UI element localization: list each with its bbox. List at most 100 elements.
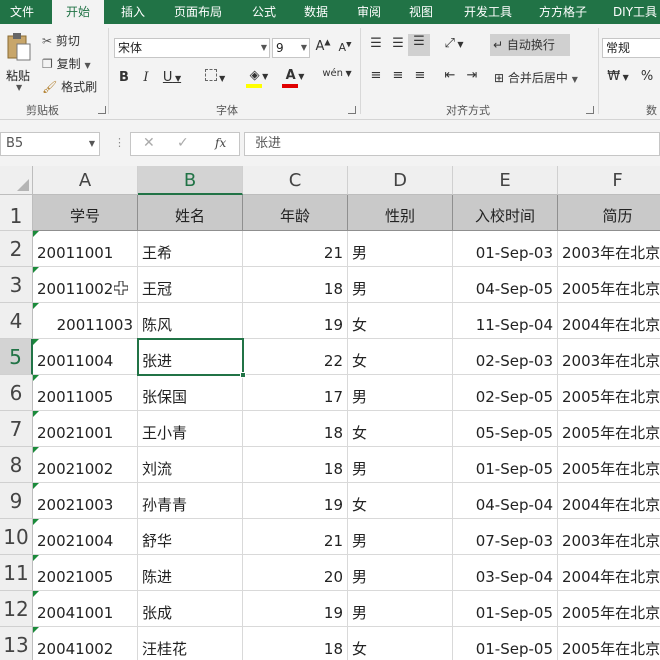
table-cell[interactable]: 20021005 xyxy=(33,555,138,591)
table-cell[interactable]: 男 xyxy=(348,267,453,303)
tab-7[interactable]: 视图 xyxy=(395,0,447,24)
table-cell[interactable]: 2003年在北京 xyxy=(558,231,660,267)
row-header-3[interactable]: 3 xyxy=(0,267,33,303)
table-cell[interactable]: 20041002 xyxy=(33,627,138,660)
table-cell[interactable]: 20011005 xyxy=(33,375,138,411)
row-header-5[interactable]: 5 xyxy=(0,339,33,375)
align-center-button[interactable]: ≡ xyxy=(388,68,408,83)
table-cell[interactable]: 01-Sep-03 xyxy=(453,231,558,267)
insert-function-icon[interactable]: fx xyxy=(215,136,226,150)
table-cell[interactable]: 男 xyxy=(348,591,453,627)
column-header-f[interactable]: F xyxy=(558,166,660,195)
table-cell[interactable]: 女 xyxy=(348,483,453,519)
table-cell[interactable]: 陈风 xyxy=(138,303,243,339)
underline-button[interactable]: U ▼ xyxy=(160,70,184,85)
table-cell[interactable]: 20021003 xyxy=(33,483,138,519)
table-cell[interactable]: 男 xyxy=(348,519,453,555)
table-cell[interactable]: 20041001 xyxy=(33,591,138,627)
table-cell[interactable]: 04-Sep-05 xyxy=(453,267,558,303)
font-launcher[interactable] xyxy=(348,106,356,114)
fill-handle[interactable] xyxy=(240,372,246,378)
align-top-button[interactable]: ☰ xyxy=(366,36,386,51)
merge-center-button[interactable]: ⊞ 合并后居中 ▼ xyxy=(494,69,578,86)
select-all-corner[interactable] xyxy=(0,166,33,195)
bold-button[interactable]: B xyxy=(116,70,132,85)
cancel-icon[interactable]: ✕ xyxy=(143,135,155,151)
align-bottom-button[interactable]: ☰ xyxy=(408,34,430,56)
currency-format-button[interactable]: ₩ ▼ xyxy=(604,69,632,84)
row-header-2[interactable]: 2 xyxy=(0,231,33,267)
font-name-select[interactable]: 宋体 ▼ xyxy=(114,38,270,58)
tab-6[interactable]: 审阅 xyxy=(345,0,393,24)
column-header-b[interactable]: B xyxy=(138,166,243,195)
table-cell[interactable]: 11-Sep-04 xyxy=(453,303,558,339)
percent-button[interactable]: % xyxy=(638,69,656,84)
decrease-font-size-button[interactable]: A▼ xyxy=(336,40,354,54)
align-middle-button[interactable]: ☰ xyxy=(388,36,408,51)
row-header-9[interactable]: 9 xyxy=(0,483,33,519)
table-cell[interactable]: 17 xyxy=(243,375,348,411)
tab-1[interactable]: 开始 xyxy=(52,0,104,24)
table-cell[interactable]: 2005年在北京 xyxy=(558,375,660,411)
table-cell[interactable]: 04-Sep-04 xyxy=(453,483,558,519)
table-cell[interactable]: 2005年在北京 xyxy=(558,267,660,303)
formula-input[interactable]: 张进 xyxy=(244,132,660,156)
increase-font-size-button[interactable]: A▲ xyxy=(314,38,332,54)
font-color-button[interactable]: A ▼ xyxy=(280,68,310,88)
italic-button[interactable]: I xyxy=(138,70,154,85)
table-cell[interactable]: 20011001 xyxy=(33,231,138,267)
table-cell[interactable]: 张保国 xyxy=(138,375,243,411)
tab-3[interactable]: 页面布局 xyxy=(160,0,236,24)
table-cell[interactable]: 21 xyxy=(243,231,348,267)
table-cell[interactable]: 2005年在北京 xyxy=(558,411,660,447)
table-cell[interactable]: 01-Sep-05 xyxy=(453,627,558,660)
tab-9[interactable]: 方方格子 xyxy=(530,0,596,24)
table-cell[interactable]: 女 xyxy=(348,411,453,447)
font-size-select[interactable]: 9 ▼ xyxy=(272,38,310,58)
copy-button[interactable]: ❐ 复制 ▼ xyxy=(42,55,91,72)
table-cell[interactable]: 汪桂花 xyxy=(138,627,243,660)
table-cell[interactable]: 王希 xyxy=(138,231,243,267)
header-cell[interactable]: 姓名 xyxy=(138,195,243,231)
table-cell[interactable]: 01-Sep-05 xyxy=(453,591,558,627)
table-cell[interactable]: 王冠 xyxy=(138,267,243,303)
table-cell[interactable]: 19 xyxy=(243,483,348,519)
table-cell[interactable]: 2004年在北京 xyxy=(558,483,660,519)
phonetic-button[interactable]: wén ▼ xyxy=(322,68,352,79)
row-header-12[interactable]: 12 xyxy=(0,591,33,627)
fill-color-button[interactable]: ◈ ▼ xyxy=(244,68,274,88)
column-header-c[interactable]: C xyxy=(243,166,348,195)
header-cell[interactable]: 简历 xyxy=(558,195,660,231)
table-cell[interactable]: 陈进 xyxy=(138,555,243,591)
column-header-e[interactable]: E xyxy=(453,166,558,195)
table-cell[interactable]: 21 xyxy=(243,519,348,555)
table-cell[interactable]: 2004年在北京 xyxy=(558,303,660,339)
clipboard-launcher[interactable] xyxy=(98,106,106,114)
row-header-11[interactable]: 11 xyxy=(0,555,33,591)
table-cell[interactable]: 男 xyxy=(348,555,453,591)
header-cell[interactable]: 年龄 xyxy=(243,195,348,231)
column-header-d[interactable]: D xyxy=(348,166,453,195)
table-cell[interactable]: 孙青青 xyxy=(138,483,243,519)
row-header-6[interactable]: 6 xyxy=(0,375,33,411)
wrap-text-button[interactable]: ↵ 自动换行 xyxy=(490,34,570,56)
table-cell[interactable]: 2005年在北京 xyxy=(558,591,660,627)
table-cell[interactable]: 19 xyxy=(243,303,348,339)
row-header-7[interactable]: 7 xyxy=(0,411,33,447)
table-cell[interactable]: 舒华 xyxy=(138,519,243,555)
format-painter-button[interactable]: 🖌 格式刷 xyxy=(42,78,97,95)
table-cell[interactable]: 18 xyxy=(243,267,348,303)
table-cell[interactable]: 18 xyxy=(243,627,348,660)
table-cell[interactable]: 男 xyxy=(348,447,453,483)
tab-10[interactable]: DIY工具 xyxy=(600,0,660,24)
table-cell[interactable]: 2005年在北京 xyxy=(558,447,660,483)
table-cell[interactable]: 07-Sep-03 xyxy=(453,519,558,555)
table-cell[interactable]: 22 xyxy=(243,339,348,375)
table-cell[interactable]: 刘流 xyxy=(138,447,243,483)
row-header-13[interactable]: 13 xyxy=(0,627,33,660)
tab-8[interactable]: 开发工具 xyxy=(450,0,526,24)
row-header-1[interactable]: 1 xyxy=(0,195,33,231)
align-right-button[interactable]: ≡ xyxy=(410,68,430,83)
number-format-select[interactable]: 常规 xyxy=(602,38,660,58)
table-cell[interactable]: 王小青 xyxy=(138,411,243,447)
